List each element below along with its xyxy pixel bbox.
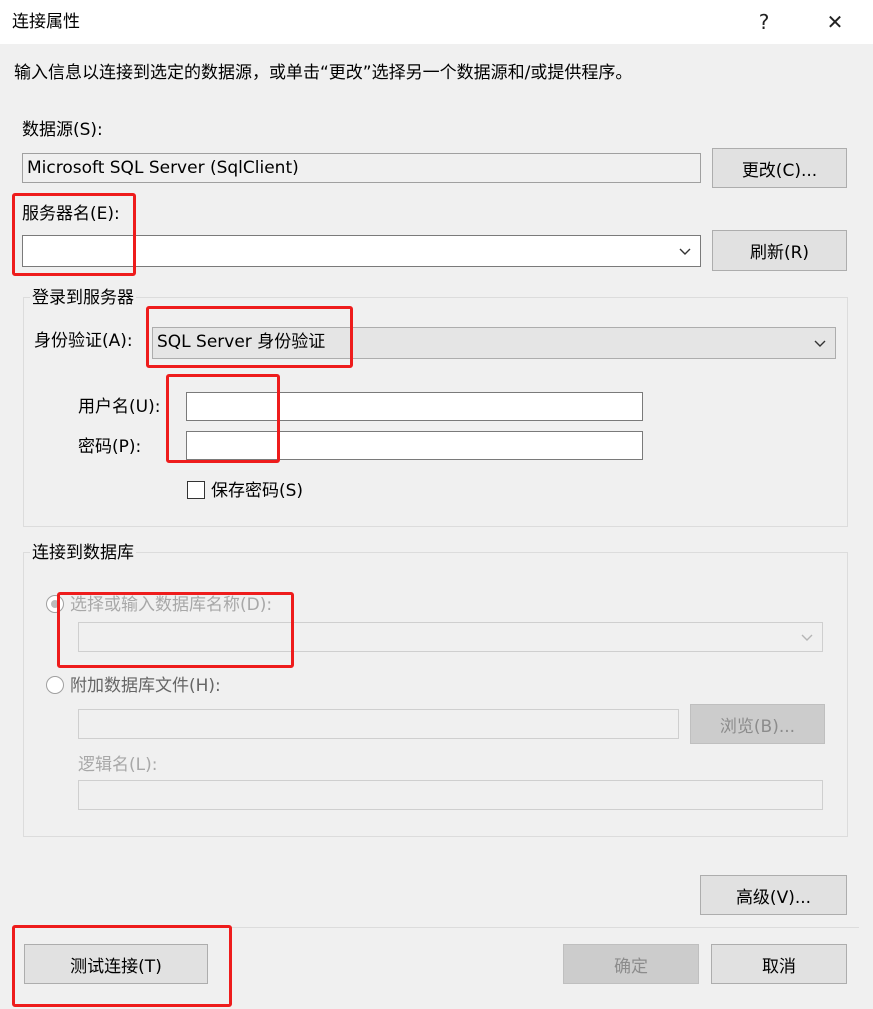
browse-button: 浏览(B)... bbox=[690, 704, 825, 744]
password-label: 密码(P): bbox=[78, 437, 142, 457]
database-name-combobox bbox=[78, 622, 823, 652]
title-bar bbox=[0, 0, 873, 44]
ok-button: 确定 bbox=[563, 944, 699, 984]
cancel-button[interactable]: 取消 bbox=[711, 944, 847, 984]
attach-database-label: 附加数据库文件(H): bbox=[70, 676, 221, 696]
change-button[interactable]: 更改(C)... bbox=[712, 148, 847, 188]
test-connection-button[interactable]: 测试连接(T) bbox=[24, 944, 208, 984]
logical-name-label: 逻辑名(L): bbox=[78, 755, 158, 775]
dialog-title: 连接属性 bbox=[12, 12, 80, 32]
auth-label: 身份验证(A): bbox=[34, 331, 133, 351]
footer-separator bbox=[14, 927, 859, 928]
auth-combobox[interactable]: SQL Server 身份验证 bbox=[152, 327, 836, 359]
chevron-down-icon bbox=[801, 634, 813, 641]
chevron-down-icon bbox=[814, 340, 826, 347]
data-source-field: Microsoft SQL Server (SqlClient) bbox=[22, 153, 701, 183]
connection-properties-dialog: 连接属性 ? ✕ 输入信息以连接到选定的数据源，或单击“更改”选择另一个数据源和… bbox=[0, 0, 873, 1009]
server-name-combobox[interactable] bbox=[22, 235, 701, 267]
instruction-text: 输入信息以连接到选定的数据源，或单击“更改”选择另一个数据源和/或提供程序。 bbox=[14, 63, 633, 83]
advanced-button[interactable]: 高级(V)... bbox=[700, 875, 847, 915]
attach-file-input bbox=[78, 709, 679, 739]
username-input[interactable] bbox=[186, 392, 643, 421]
close-icon: ✕ bbox=[826, 10, 844, 34]
auth-value: SQL Server 身份验证 bbox=[157, 332, 326, 352]
database-group-label: 连接到数据库 bbox=[30, 542, 136, 564]
help-icon: ? bbox=[758, 10, 770, 34]
refresh-button[interactable]: 刷新(R) bbox=[712, 230, 847, 271]
save-password-checkbox[interactable] bbox=[187, 481, 205, 499]
chevron-down-icon bbox=[679, 248, 691, 255]
help-button[interactable]: ? bbox=[744, 6, 784, 38]
logical-name-input bbox=[78, 780, 823, 810]
username-label: 用户名(U): bbox=[78, 397, 161, 417]
data-source-label: 数据源(S): bbox=[22, 120, 103, 140]
save-password-label[interactable]: 保存密码(S) bbox=[211, 480, 303, 502]
close-button[interactable]: ✕ bbox=[815, 6, 855, 38]
select-database-radio[interactable] bbox=[46, 595, 64, 613]
server-name-label: 服务器名(E): bbox=[22, 204, 120, 224]
password-input[interactable] bbox=[186, 431, 643, 460]
select-database-label: 选择或输入数据库名称(D): bbox=[70, 595, 273, 615]
attach-database-radio[interactable] bbox=[46, 676, 64, 694]
login-group-label: 登录到服务器 bbox=[30, 287, 136, 309]
